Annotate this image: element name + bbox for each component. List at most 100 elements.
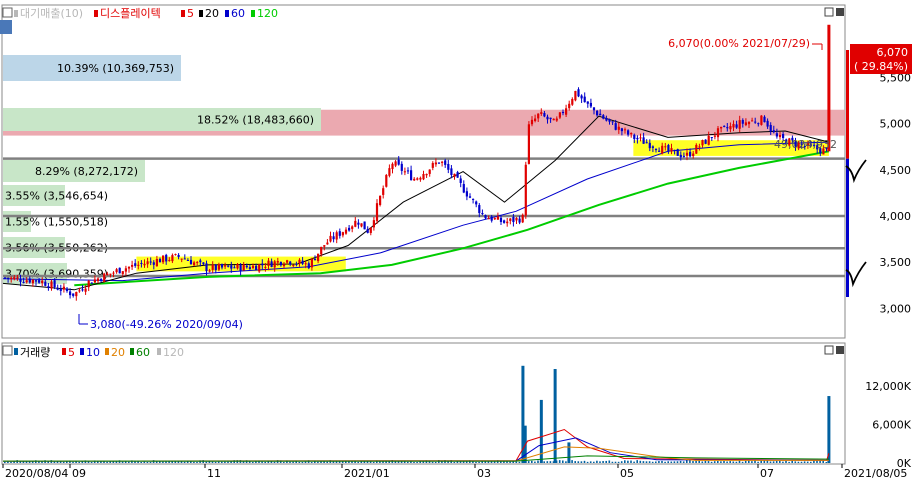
volume-bar	[648, 461, 651, 463]
volume-bar	[580, 461, 583, 463]
volume-panel-frame	[1, 342, 846, 465]
legend-swatch-vol60	[130, 348, 134, 355]
price-tick-label: 5,000	[880, 118, 912, 131]
legend-ma10[interactable]: 대기매출(10)	[20, 7, 83, 20]
volume-bar	[565, 461, 567, 463]
volume-bar	[816, 460, 818, 463]
volume-bar	[341, 461, 344, 463]
legend-vol5[interactable]: 5	[68, 346, 75, 359]
candle	[379, 195, 382, 207]
legend-volume[interactable]: 거래량	[20, 346, 50, 359]
volume-bar	[772, 461, 775, 463]
volume-bar	[171, 461, 173, 463]
volume-bar	[518, 461, 521, 463]
volume-bar	[627, 460, 629, 463]
price-tick-label: 4,000	[880, 210, 912, 223]
volume-profile-label-2: 8.29% (8,272,172)	[35, 165, 138, 178]
legend-vol120[interactable]: 120	[163, 346, 184, 359]
volume-bar	[794, 461, 797, 463]
volume-bar	[611, 461, 614, 463]
legend-ma20[interactable]: 20	[205, 7, 219, 20]
volume-bar	[283, 462, 285, 463]
volume-bar	[630, 460, 632, 463]
volume-bar	[214, 461, 217, 463]
volume-bar	[636, 460, 638, 463]
volume-bar	[779, 460, 781, 463]
legend-vol20[interactable]: 20	[111, 346, 125, 359]
volume-bar	[531, 460, 533, 463]
volume-profile-label-1: 18.52% (18,483,660)	[197, 114, 314, 127]
legend-swatch-ma10	[14, 10, 18, 17]
legend-ma120[interactable]: 120	[257, 7, 278, 20]
legend-swatch-stock	[94, 10, 98, 17]
volume-bar	[431, 461, 434, 463]
volume-bar	[549, 461, 552, 463]
volume-bar	[403, 461, 406, 463]
volume-bar	[562, 460, 564, 463]
legend-ma60[interactable]: 60	[231, 7, 245, 20]
volume-bar	[679, 460, 682, 463]
legend-vol10[interactable]: 10	[86, 346, 100, 359]
legend-vol60[interactable]: 60	[136, 346, 150, 359]
volume-bar	[785, 460, 787, 463]
volume-bar	[227, 461, 229, 463]
volume-bar	[348, 461, 350, 463]
volume-bar	[90, 461, 93, 463]
side-settings-button[interactable]	[0, 20, 12, 34]
volume-bar	[186, 461, 189, 463]
volume-bar	[729, 461, 731, 463]
panel-collapse-icon[interactable]	[2, 7, 13, 18]
volume-bar	[791, 460, 793, 463]
volume-bar	[760, 460, 762, 463]
volume-bar	[196, 461, 198, 463]
volume-bar	[583, 460, 586, 463]
volume-bar	[124, 461, 127, 463]
volume-bar	[822, 460, 824, 463]
price-tick-label: 4,500	[880, 164, 912, 177]
volume-bar	[571, 460, 573, 463]
volume-tick-label: 12,000K	[865, 380, 911, 393]
volume-bar	[800, 461, 803, 463]
price-legend: 대기매출(10) 디스플레이텍 5 20 60 120	[2, 7, 278, 20]
x-tick-label: 2021/08/05	[844, 467, 907, 480]
volume-bar	[608, 460, 611, 463]
volume-bar	[289, 461, 291, 463]
volume-bar	[62, 461, 65, 463]
volume-bar	[453, 462, 456, 463]
volume-bar	[605, 460, 607, 463]
volume-bar	[589, 461, 592, 463]
volume-bar	[645, 461, 648, 463]
legend-ma5[interactable]: 5	[187, 7, 194, 20]
legend-stock-name[interactable]: 디스플레이텍	[100, 7, 161, 20]
volume-bar	[735, 461, 738, 463]
price-panel-close-button[interactable]	[836, 8, 844, 16]
volume-bar	[577, 461, 580, 463]
price-panel-restore-button[interactable]	[824, 7, 834, 17]
volume-panel-close-button[interactable]	[836, 346, 844, 354]
current-price-label: 6,070	[877, 46, 909, 59]
candle	[103, 272, 106, 283]
volume-bar	[193, 461, 195, 463]
volume-bar	[701, 461, 704, 463]
volume-bar	[788, 461, 790, 463]
volume-panel-restore-button[interactable]	[824, 345, 834, 355]
volume-bar	[757, 461, 759, 463]
x-tick-label: 07	[760, 467, 774, 480]
volume-panel-collapse-icon[interactable]	[2, 345, 13, 356]
volume-bar	[4, 461, 6, 463]
volume-bar	[416, 461, 418, 463]
volume-bar	[661, 460, 663, 463]
legend-swatch-ma60	[225, 10, 229, 17]
volume-bar	[614, 461, 617, 463]
volume-bar	[720, 461, 722, 463]
volume-bar	[732, 461, 735, 463]
volume-bar	[413, 462, 415, 463]
volume-bar	[782, 461, 784, 463]
candle	[385, 173, 388, 188]
volume-bar	[7, 461, 9, 463]
candle	[118, 267, 121, 274]
volume-bar	[211, 461, 214, 463]
volume-bar	[304, 461, 307, 463]
volume-bar	[698, 460, 700, 463]
volume-bar	[78, 461, 80, 463]
